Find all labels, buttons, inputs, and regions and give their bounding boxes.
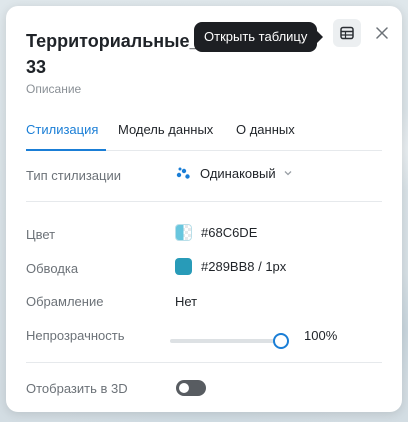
open-table-button[interactable] (333, 19, 361, 47)
layer-title-continued: 33 (26, 57, 47, 77)
color-label: Цвет (26, 227, 56, 242)
tab-data-model[interactable]: Модель данных (118, 122, 213, 137)
opacity-slider-track (170, 339, 282, 343)
styling-type-value: Одинаковый (200, 165, 276, 181)
color-picker[interactable]: #68C6DE (175, 224, 257, 241)
table-icon (340, 26, 354, 40)
stroke-picker[interactable]: #289BB8 / 1px (175, 258, 286, 275)
tab-styling[interactable]: Стилизация (26, 122, 98, 137)
active-tab-indicator (26, 149, 106, 151)
stroke-value: #289BB8 / 1px (201, 259, 287, 274)
styling-type-select[interactable]: Одинаковый (175, 165, 293, 181)
opacity-label: Непрозрачность (26, 328, 125, 343)
stroke-label: Обводка (26, 261, 79, 276)
stroke-swatch (175, 258, 192, 275)
opacity-slider-thumb[interactable] (273, 333, 289, 349)
tab-about-data[interactable]: О данных (236, 122, 295, 137)
layer-settings-panel: Территориальные_з 33 Открыть таблицу Опи… (6, 6, 402, 412)
opacity-slider[interactable] (170, 333, 290, 349)
section-divider (26, 201, 382, 202)
show-3d-toggle[interactable] (176, 380, 206, 396)
close-icon (376, 27, 388, 39)
chevron-down-icon (284, 171, 292, 176)
dots-icon (176, 167, 190, 179)
close-button[interactable] (369, 20, 395, 46)
frame-label: Обрамление (26, 294, 104, 309)
frame-value[interactable]: Нет (175, 294, 197, 309)
open-table-tooltip: Открыть таблицу (194, 22, 324, 52)
section-divider (26, 362, 382, 363)
color-value: #68C6DE (201, 225, 258, 240)
show-3d-label: Отобразить в 3D (26, 381, 128, 396)
layer-title: Территориальные_з (26, 31, 206, 51)
layer-description: Описание (26, 82, 82, 96)
styling-type-label: Тип стилизации (26, 168, 122, 183)
tab-bar: Стилизация Модель данных О данных (26, 120, 382, 151)
opacity-value: 100% (304, 328, 338, 343)
show-3d-toggle-knob (179, 383, 189, 393)
color-swatch (175, 224, 192, 241)
